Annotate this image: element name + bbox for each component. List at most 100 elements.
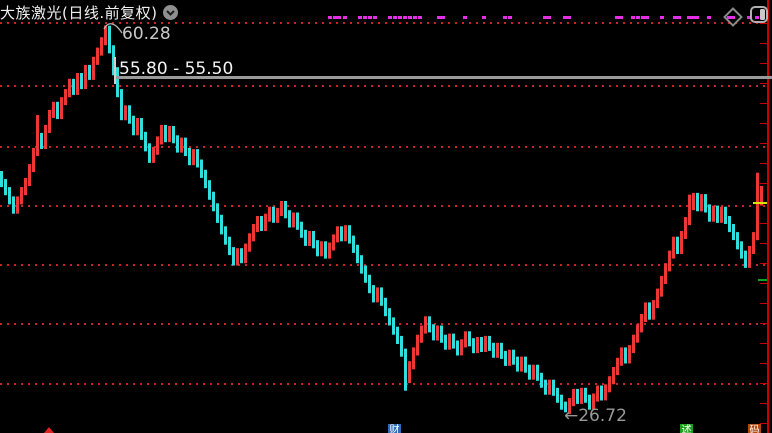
candle	[456, 341, 459, 356]
candle	[80, 73, 83, 89]
candle	[736, 232, 739, 249]
candle	[752, 232, 755, 254]
chevron-down-icon[interactable]	[163, 5, 178, 20]
candle	[356, 245, 359, 263]
candle	[664, 263, 667, 284]
candle	[204, 170, 207, 188]
candle	[660, 276, 663, 297]
candle	[276, 208, 279, 223]
price-marker	[753, 202, 767, 204]
axis-tick	[760, 123, 767, 124]
candle	[388, 308, 391, 325]
candle	[32, 148, 35, 172]
candle	[192, 149, 195, 165]
candle	[260, 216, 263, 231]
candle	[244, 244, 247, 264]
axis-tick	[760, 243, 767, 244]
candle	[624, 347, 627, 363]
candle	[636, 324, 639, 342]
candle	[556, 388, 559, 403]
candle	[360, 255, 363, 273]
axis-tick	[760, 423, 767, 424]
candle	[300, 222, 303, 238]
candle	[604, 384, 607, 400]
candle	[168, 126, 171, 142]
side-panel-icon[interactable]	[750, 6, 768, 27]
candle	[608, 376, 611, 392]
candle	[460, 339, 463, 355]
candle	[468, 331, 471, 346]
candle	[416, 335, 419, 356]
candle	[236, 248, 239, 265]
candle	[160, 125, 163, 145]
candle	[68, 79, 71, 97]
candle	[628, 345, 631, 363]
axis-tick	[760, 383, 767, 384]
candle	[580, 388, 583, 404]
candle	[84, 65, 87, 89]
candle	[424, 316, 427, 333]
candle	[576, 389, 579, 404]
candle	[332, 234, 335, 250]
candle	[64, 89, 67, 105]
candle	[488, 336, 491, 351]
candle	[252, 224, 255, 241]
candle	[544, 380, 547, 395]
candle	[96, 48, 99, 65]
candle	[696, 193, 699, 211]
candle	[40, 133, 43, 149]
axis-tick	[760, 263, 767, 264]
candle	[444, 335, 447, 350]
candle	[508, 350, 511, 366]
candle	[724, 207, 727, 224]
candle	[712, 206, 715, 222]
event-badge[interactable]: 码	[748, 424, 761, 433]
candle	[496, 343, 499, 358]
diamond-icon[interactable]	[723, 7, 743, 27]
candle	[88, 65, 91, 80]
low-price-label: ←26.72	[564, 406, 627, 426]
candle	[668, 251, 671, 272]
axis-tick	[760, 163, 767, 164]
candle	[404, 349, 407, 391]
candle	[132, 116, 135, 136]
candle	[220, 215, 223, 235]
candle	[740, 241, 743, 258]
candle	[448, 334, 451, 350]
price-marker	[758, 279, 767, 281]
candle	[76, 73, 79, 95]
chart-title-bar[interactable]: 大族激光(日线.前复权)	[0, 2, 178, 23]
candle	[600, 386, 603, 401]
candle	[224, 226, 227, 244]
page-title[interactable]: 大族激光(日线.前复权)	[0, 2, 157, 23]
candle	[16, 196, 19, 213]
event-badge[interactable]: 述	[680, 424, 693, 433]
axis-tick	[760, 63, 767, 64]
candle	[748, 246, 751, 268]
candle	[60, 97, 63, 119]
event-badge[interactable]: 财	[388, 424, 401, 433]
axis-tick	[760, 143, 767, 144]
candle	[184, 138, 187, 156]
candle	[352, 236, 355, 253]
candle	[540, 373, 543, 388]
candle	[144, 132, 147, 152]
candle	[336, 226, 339, 242]
candle	[100, 37, 103, 55]
candle	[296, 213, 299, 230]
candle	[476, 337, 479, 353]
candle	[344, 225, 347, 241]
candle	[552, 380, 555, 396]
candle	[384, 298, 387, 316]
candle	[212, 192, 215, 212]
candle	[316, 240, 319, 256]
candle	[92, 57, 95, 80]
candle	[744, 251, 747, 268]
axis-tick	[760, 223, 767, 224]
peak-price-label: 60.28	[122, 24, 171, 44]
candle	[48, 110, 51, 133]
candle	[436, 326, 439, 341]
candle	[140, 118, 143, 140]
candle	[548, 380, 551, 395]
candle	[672, 237, 675, 259]
